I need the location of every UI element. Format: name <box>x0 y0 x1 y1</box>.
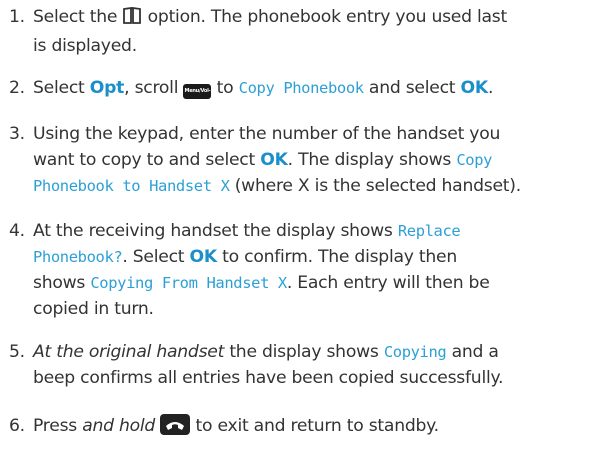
step-text: option. The phonebook entry you used las… <box>147 7 508 27</box>
step-text: . <box>487 78 494 98</box>
step-text: (where X is the selected handset). <box>234 176 522 196</box>
step-4: 4. At the receiving handset the display s… <box>9 218 594 322</box>
step-number: 5. <box>9 342 25 362</box>
step-text: Using the keypad, enter the number of th… <box>33 124 501 144</box>
step-text: . Select <box>122 247 185 267</box>
step-text: to exit and return to standby. <box>195 416 440 436</box>
step-text: is displayed. <box>33 36 137 56</box>
step-text: . The display shows <box>287 150 452 170</box>
display-text: Replace <box>397 222 461 240</box>
ok-softkey-label: OK <box>460 78 489 98</box>
display-text: Copy <box>456 151 493 169</box>
step-2: 2. Select Opt, scroll Menu/Vol- to Copy P… <box>9 75 594 101</box>
step-text: the display shows <box>229 342 379 362</box>
step-text: Press <box>33 416 77 436</box>
step-text: shows <box>33 273 86 293</box>
display-text: Phonebook? <box>33 248 123 266</box>
step-number: 6. <box>9 416 25 436</box>
phonebook-icon <box>122 6 142 33</box>
step-text: to confirm. The display then <box>222 247 458 267</box>
step-text: to <box>216 78 234 98</box>
step-number: 1. <box>9 7 25 27</box>
step-text: copied in turn. <box>33 299 154 319</box>
display-text: Copy Phonebook <box>238 79 364 97</box>
step-number: 4. <box>9 221 25 241</box>
display-text: Copying From Handset X <box>90 274 287 292</box>
step-6: 6. Press and hold to exit and return to s… <box>9 413 594 439</box>
instruction-page: 1. Select the option. The phonebook entry… <box>0 0 600 455</box>
step-text: . Each entry will then be <box>286 273 490 293</box>
ok-softkey-label: OK <box>260 150 288 170</box>
step-text-italic: and hold <box>82 416 156 436</box>
end-call-icon <box>160 414 191 435</box>
step-text: want to copy to and select <box>33 150 255 170</box>
menu-vol-key-icon: Menu/Vol- <box>183 84 212 99</box>
step-1: 1. Select the option. The phonebook entry… <box>9 4 594 59</box>
step-text: beep confirms all entries have been copi… <box>33 368 504 388</box>
step-text-italic: At the original handset <box>33 342 225 362</box>
step-text: and a <box>451 342 499 362</box>
step-number: 2. <box>9 78 25 98</box>
step-text: Select <box>33 78 85 98</box>
opt-softkey-label: Opt <box>89 78 125 98</box>
step-text: and select <box>368 78 456 98</box>
display-text: Copying <box>383 343 447 361</box>
step-text: At the receiving handset the display sho… <box>33 221 393 241</box>
step-text: , scroll <box>124 78 179 98</box>
display-text: Phonebook to Handset X <box>33 177 230 195</box>
step-3: 3. Using the keypad, enter the number of … <box>9 121 594 199</box>
ok-softkey-label: OK <box>189 247 218 267</box>
step-5: 5. At the original handset the display sh… <box>9 339 594 391</box>
step-text: Select the <box>33 7 118 27</box>
step-number: 3. <box>9 124 25 144</box>
